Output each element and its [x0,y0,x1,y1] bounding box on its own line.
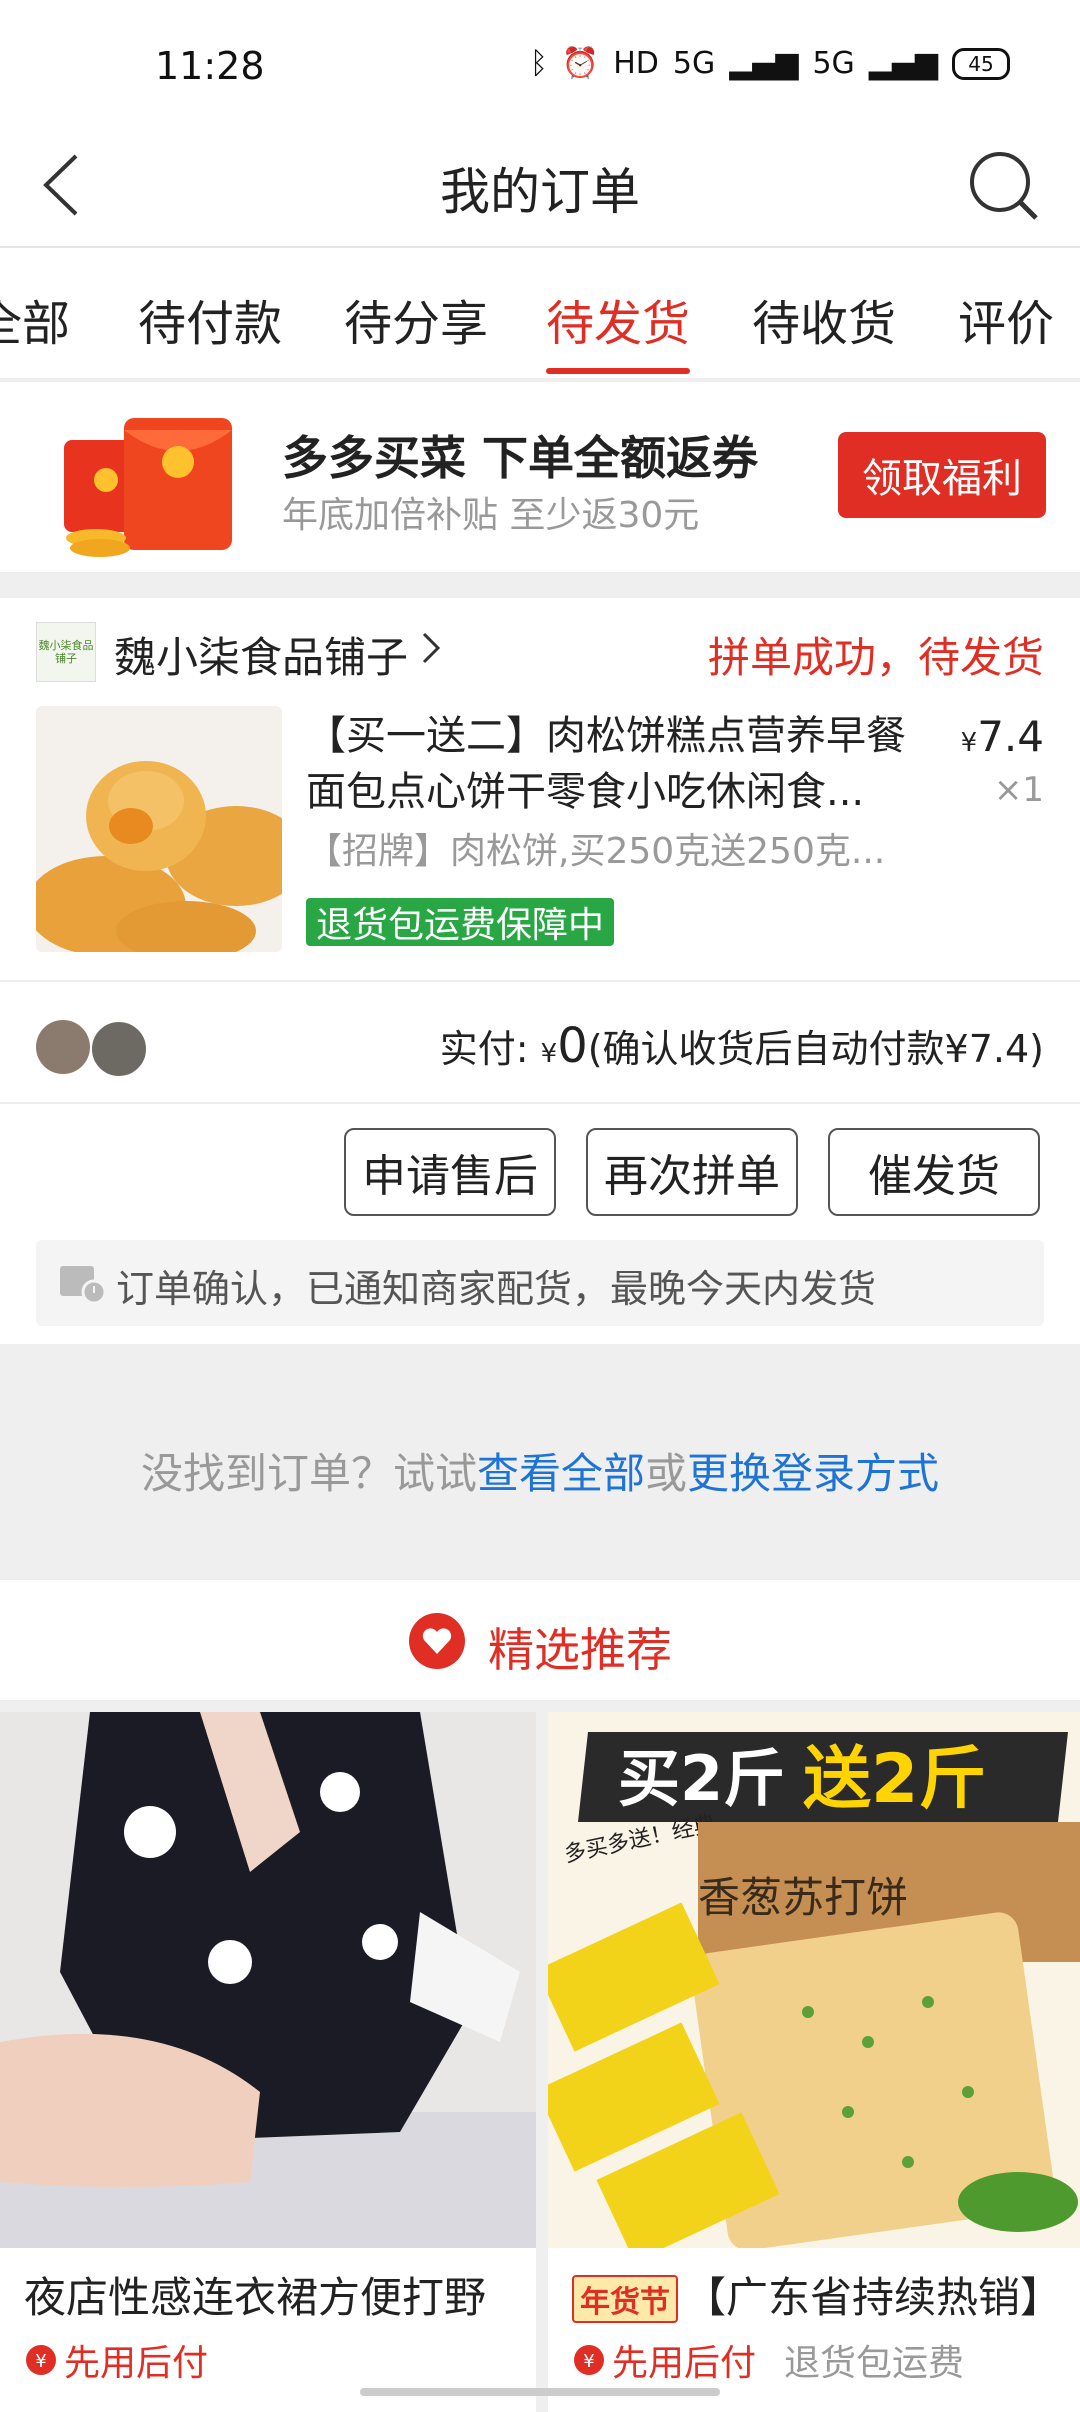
status-icons: ᛒ ⏰ HD 5G ▂▄▆ 5G ▂▄▆ 45 [530,46,1010,81]
search-icon[interactable] [964,146,1044,226]
product-card-title-2[interactable]: 年货节 【广东省持续热销】 [572,2264,1062,2325]
pay-later-tag-2: ¥ 先用后付 退货包运费 [572,2334,964,2386]
product-card-image[interactable] [0,1712,536,2248]
status-bar: 11:28 ᛒ ⏰ HD 5G ▂▄▆ 5G ▂▄▆ 45 [0,0,1080,130]
signal-5g-icon-2: 5G [812,46,855,81]
product-quantity: ×1 [993,770,1044,810]
heart-icon [409,1613,465,1669]
active-tab-indicator [546,368,690,374]
order-tabs: 全部 待付款 待分享 待发货 待收货 评价 [0,248,1080,378]
product-title[interactable]: 【买一送二】肉松饼糕点营养早餐面包点心饼干零食小吃休闲食... [306,708,926,820]
product-card-image-2[interactable]: 买2斤 送2斤 多买多送！经典 香葱苏打饼 [548,1712,1080,2248]
red-envelope-icon [64,418,232,557]
alarm-icon: ⏰ [561,46,600,81]
view-all-link[interactable]: 查看全部 [477,1449,645,1498]
paid-amount: 实付: ¥0(确认收货后自动付款¥7.4) [439,1018,1044,1074]
reorder-button[interactable]: 再次拼单 [586,1128,798,1216]
switch-login-link[interactable]: 更换登录方式 [687,1449,939,1498]
notice-text: 订单确认，已通知商家配货，最晚今天内发货 [116,1267,877,1311]
order-status: 拼单成功，待发货 [707,633,1044,682]
or-text: 或 [645,1449,688,1498]
svg-text:¥: ¥ [583,2351,594,2372]
product-spec: 【招牌】肉松饼,买250克送250克... [306,831,886,872]
chevron-right-icon[interactable] [420,628,444,668]
divider [0,980,1080,982]
product-price: ¥7.4 [960,712,1044,761]
product-card[interactable]: 夜店性感连衣裙方便打野 ¥ 先用后付 [0,1712,536,2412]
tab-all[interactable]: 全部 [0,284,70,354]
shipping-notice: 订单确认，已通知商家配货，最晚今天内发货 [36,1240,1044,1326]
pay-later-tag: ¥ 先用后付 [24,2334,208,2386]
product-image[interactable] [36,706,282,952]
avatar [36,1020,90,1074]
promo-banner[interactable]: 多多买菜 下单全额返券 年底加倍补贴 至少返30元 领取福利 [0,382,1080,572]
tab-pending-payment[interactable]: 待付款 [138,284,282,354]
battery-icon: 45 [952,47,1010,80]
order-card[interactable]: 魏小柒食品铺子 魏小柒食品铺子 拼单成功，待发货 【买一送二】肉松饼糕点营养早餐… [0,598,1080,1344]
tab-pending-receipt[interactable]: 待收货 [752,284,896,354]
new-year-badge: 年货节 [572,2275,678,2323]
top-nav-bar: 我的订单 [0,130,1080,248]
shop-name[interactable]: 魏小柒食品铺子 [114,624,408,685]
not-found-text: 没找到订单？试试 [140,1449,477,1498]
banner-headline: 多多买菜 下单全额返券 [282,431,759,485]
order-not-found: 没找到订单？试试查看全部或更换登录方式 [0,1440,1080,1501]
free-return-text: 退货包运费 [784,2343,965,2384]
recommend-section-header: 精选推荐 [0,1580,1080,1700]
truck-clock-icon [60,1266,106,1305]
promo-text-top: 买2斤 [618,1742,785,1815]
tab-review[interactable]: 评价 [958,284,1054,354]
home-indicator[interactable] [360,2388,720,2396]
shop-logo: 魏小柒食品铺子 [36,622,96,682]
tab-pending-shipment[interactable]: 待发货 [546,284,690,354]
signal-bars-icon-2: ▂▄▆ [868,46,938,81]
return-shipping-badge: 退货包运费保障中 [306,898,615,946]
hd-label: HD [613,46,659,81]
pay-later-icon: ¥ [26,2345,56,2375]
bluetooth-icon: ᛒ [529,46,548,81]
product-card-2[interactable]: 买2斤 送2斤 多买多送！经典 香葱苏打饼 年货节 【广东省持续热销】 ¥ 先用后… [548,1712,1080,2412]
avatar-2 [90,1020,148,1078]
box-text: 香葱苏打饼 [698,1873,908,1922]
svg-text:¥: ¥ [35,2351,46,2372]
signal-bars-icon: ▂▄▆ [729,46,799,81]
product-card-title[interactable]: 夜店性感连衣裙方便打野 [24,2264,486,2325]
divider-2 [0,1102,1080,1104]
after-sales-button[interactable]: 申请售后 [344,1128,556,1216]
signal-5g-icon: 5G [672,46,716,81]
page-title: 我的订单 [440,163,640,221]
banner-subline: 年底加倍补贴 至少返30元 [282,495,700,536]
pay-later-icon: ¥ [574,2345,604,2375]
promo-text-red: 送2斤 [803,1740,986,1819]
recommend-title: 精选推荐 [488,1623,672,1677]
status-time: 11:28 [155,44,265,88]
claim-benefit-button[interactable]: 领取福利 [838,432,1046,518]
urge-shipment-button[interactable]: 催发货 [828,1128,1040,1216]
tab-pending-share[interactable]: 待分享 [344,284,488,354]
